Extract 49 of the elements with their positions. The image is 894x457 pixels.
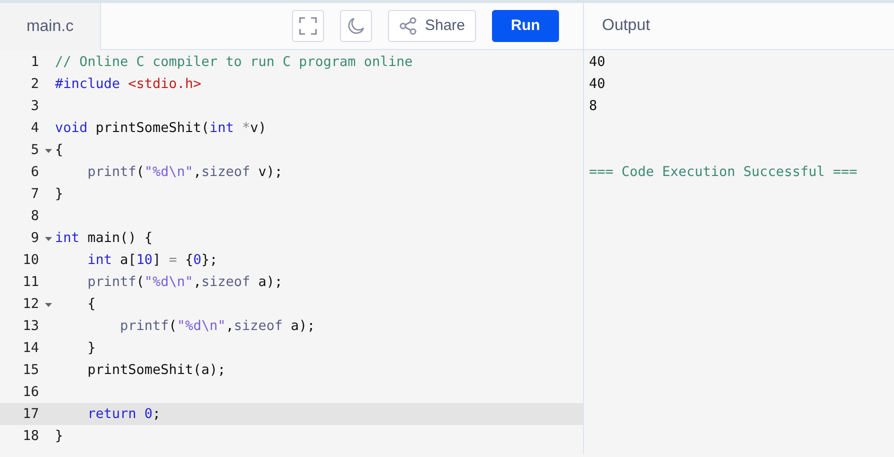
code-line: } (55, 426, 64, 446)
output-line: 40 (589, 52, 606, 72)
line-number: 16 (22, 382, 39, 402)
fullscreen-icon (298, 17, 317, 35)
file-tab[interactable]: main.c (0, 3, 101, 50)
code-line: } (86, 338, 96, 358)
line-number: 11 (22, 272, 39, 292)
code-line: { (86, 294, 96, 314)
line-number: 6 (30, 162, 39, 182)
fold-caret-icon[interactable] (45, 302, 52, 307)
code-line: { (55, 140, 64, 160)
code-line: printSomeShit(a); (86, 360, 226, 380)
line-number: 9 (30, 228, 39, 248)
line-number: 10 (22, 250, 39, 270)
line-number: 13 (22, 316, 39, 336)
fold-caret-icon[interactable] (45, 236, 52, 241)
line-number: 5 (30, 140, 39, 160)
code-line: int a[10] = {0}; (86, 250, 218, 270)
line-number: 7 (30, 184, 39, 204)
fullscreen-button[interactable] (292, 10, 324, 42)
code-line: #include <stdio.h> (55, 74, 202, 94)
code-line: } (55, 184, 64, 204)
line-number: 12 (22, 294, 39, 314)
share-button[interactable]: Share (388, 10, 476, 42)
line-number: 14 (22, 338, 39, 358)
line-number: 18 (22, 426, 39, 446)
line-number: 3 (30, 96, 39, 116)
code-line: return 0; (86, 404, 161, 424)
fold-caret-icon[interactable] (45, 148, 52, 153)
moon-icon (346, 17, 365, 35)
output-line: 40 (589, 74, 606, 94)
output-line: 8 (589, 96, 598, 116)
code-line: void printSomeShit(int *v) (55, 118, 266, 138)
line-number: 17 (22, 404, 39, 424)
line-number: 8 (30, 206, 39, 226)
run-button[interactable]: Run (492, 10, 559, 42)
line-number: 4 (30, 118, 39, 138)
code-line: printf("%d\n",sizeof v); (86, 162, 283, 182)
output-label: Output (584, 3, 894, 50)
code-line: int main() { (55, 228, 153, 248)
share-icon (398, 17, 417, 35)
code-line: printf("%d\n",sizeof a); (119, 316, 316, 336)
dark-mode-button[interactable] (340, 10, 372, 42)
line-number: 2 (30, 74, 39, 94)
line-number: 15 (22, 360, 39, 380)
code-line: // Online C compiler to run C program online (55, 52, 413, 72)
line-number: 1 (30, 52, 39, 72)
status-message: === Code Execution Successful === (589, 162, 858, 182)
code-line: printf("%d\n",sizeof a); (86, 272, 283, 292)
